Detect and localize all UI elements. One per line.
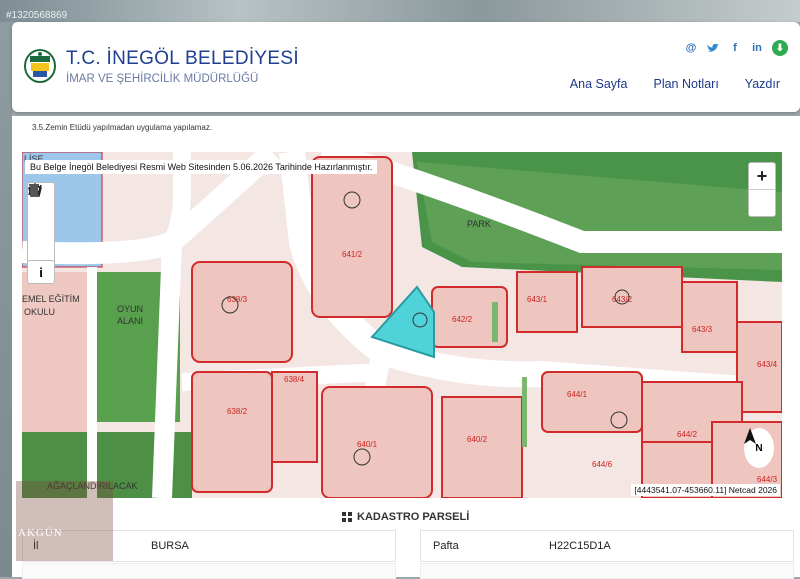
- download-icon[interactable]: ⬇: [772, 40, 788, 56]
- zoom-out-button[interactable]: [749, 189, 775, 216]
- svg-text:643/4: 643/4: [757, 360, 778, 369]
- content-area: 3.5.Zemin Etüdü yapılmadan uygulama yapı…: [12, 116, 800, 579]
- draw-polygon-icon[interactable]: [28, 183, 50, 225]
- north-arrow: N: [744, 428, 774, 468]
- svg-text:EMEL EĞİTİM: EMEL EĞİTİM: [22, 294, 80, 304]
- site-header: T.C. İNEGÖL BELEDİYESİ İMAR VE ŞEHİRCİLİ…: [12, 22, 800, 112]
- pafta-value: H22C15D1A: [549, 540, 611, 552]
- pafta-row: Pafta H22C15D1A: [420, 530, 794, 562]
- north-arrow-icon: [744, 428, 756, 444]
- svg-text:638/2: 638/2: [227, 407, 248, 416]
- zoom-in-button[interactable]: +: [749, 163, 775, 189]
- plan-note: 3.5.Zemin Etüdü yapılmadan uygulama yapı…: [32, 123, 213, 132]
- watermark-text: AKGÜN: [18, 527, 63, 539]
- page-subtitle: İMAR VE ŞEHİRCİLİK MÜDÜRLÜĞÜ: [66, 73, 259, 85]
- watermark-logo: [16, 481, 113, 561]
- svg-text:OKULU: OKULU: [24, 307, 55, 317]
- document-banner: Bu Belge İnegöl Belediyesi Resmi Web Sit…: [25, 160, 378, 174]
- svg-text:644/2: 644/2: [677, 430, 698, 439]
- background-photo: [0, 0, 800, 22]
- kadastro-title-text: KADASTRO PARSELİ: [357, 511, 470, 523]
- svg-text:643/1: 643/1: [527, 295, 548, 304]
- svg-text:PARK: PARK: [467, 219, 491, 229]
- svg-text:638/4: 638/4: [284, 375, 305, 384]
- draw-circle-icon[interactable]: [29, 184, 50, 247]
- social-links: @ f in ⬇: [684, 40, 788, 56]
- info-button[interactable]: i: [27, 260, 55, 284]
- nav-ana-sayfa[interactable]: Ana Sayfa: [570, 77, 628, 91]
- page-title: T.C. İNEGÖL BELEDİYESİ: [66, 48, 299, 69]
- email-icon[interactable]: @: [684, 41, 698, 55]
- map-coordinates: [4443541.07-453660.11] Netcad 2026: [631, 484, 780, 496]
- north-label: N: [755, 442, 763, 454]
- zoning-map[interactable]: 641/2 642/2 643/1 643/2 643/3 643/4 644/…: [22, 152, 782, 498]
- svg-text:OYUN: OYUN: [117, 304, 143, 314]
- linkedin-icon[interactable]: in: [750, 41, 764, 55]
- svg-text:640/1: 640/1: [357, 440, 378, 449]
- map-canvas: 641/2 642/2 643/1 643/2 643/3 643/4 644/…: [22, 152, 782, 498]
- background-image-id: #1320568869: [6, 10, 68, 21]
- zoom-control: +: [748, 162, 776, 217]
- svg-text:643/3: 643/3: [692, 325, 713, 334]
- draw-toolbar: [27, 182, 55, 272]
- svg-text:ALANI: ALANI: [117, 316, 143, 326]
- il-value: BURSA: [151, 540, 189, 552]
- svg-text:642/2: 642/2: [452, 315, 473, 324]
- municipality-logo[interactable]: [24, 48, 56, 84]
- nav-yazdir[interactable]: Yazdır: [745, 77, 780, 91]
- pafta-label: Pafta: [433, 540, 459, 552]
- main-nav: Ana Sayfa Plan Notları Yazdır: [570, 77, 780, 91]
- twitter-icon[interactable]: [706, 41, 720, 55]
- svg-text:644/6: 644/6: [592, 460, 613, 469]
- facebook-icon[interactable]: f: [728, 41, 742, 55]
- svg-text:640/2: 640/2: [467, 435, 488, 444]
- svg-text:641/2: 641/2: [342, 250, 363, 259]
- kadastro-title: KADASTRO PARSELİ: [342, 511, 469, 523]
- background-photo-side: [0, 22, 12, 577]
- nav-plan-notlari[interactable]: Plan Notları: [653, 77, 718, 91]
- svg-text:644/3: 644/3: [757, 475, 778, 484]
- svg-text:644/1: 644/1: [567, 390, 588, 399]
- grid-icon: [342, 512, 352, 522]
